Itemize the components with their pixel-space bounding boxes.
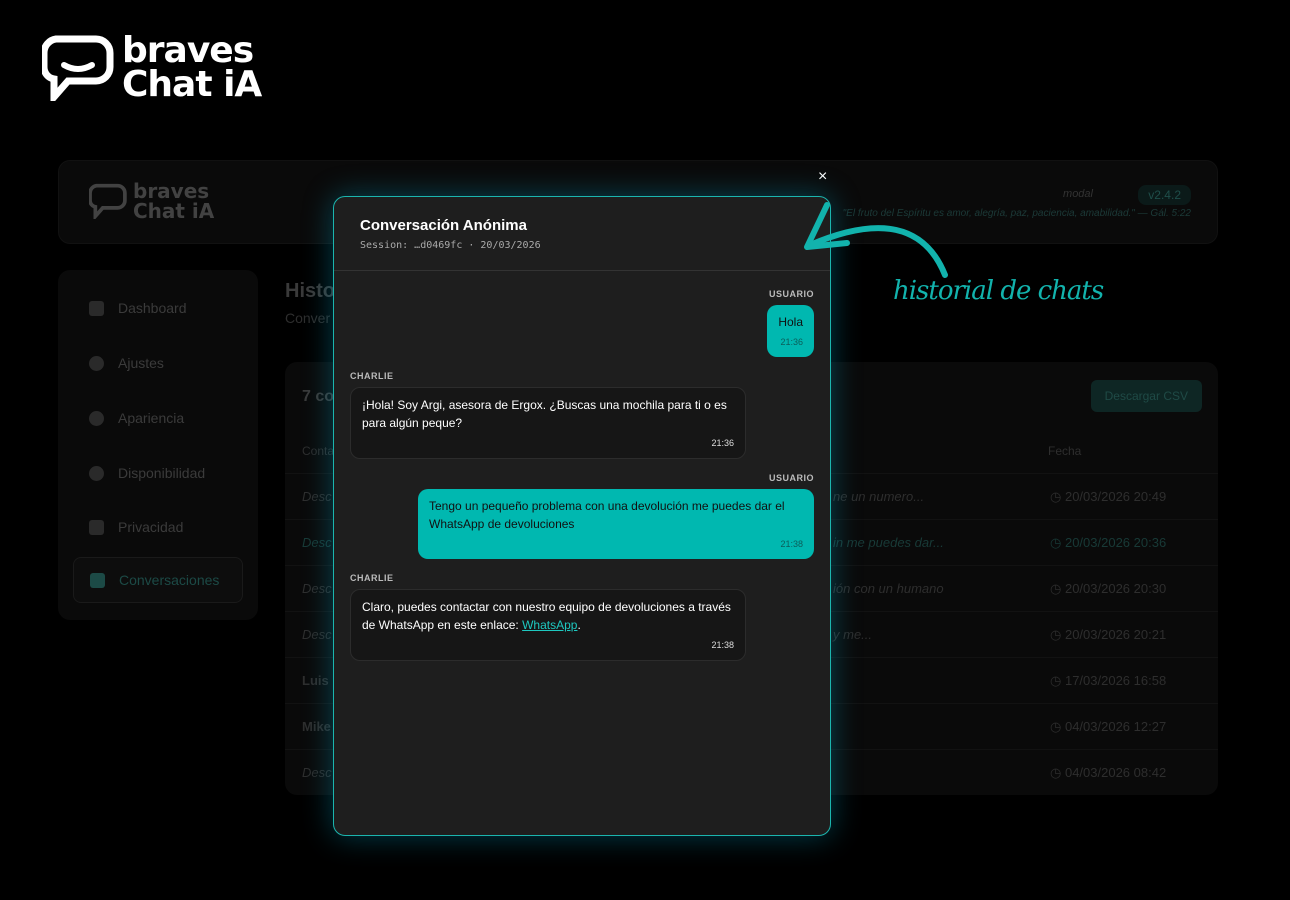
date-text: 20/03/2026 20:49 [1064,489,1167,504]
sidebar-item-label: Conversaciones [119,572,220,588]
date-cell: ◷ 20/03/2026 20:21 [1050,627,1167,642]
date-cell: ◷ 04/03/2026 12:27 [1050,719,1167,734]
preview-cell: in me puedes dar... [833,535,944,550]
user-message: Hola 21:36 [767,305,814,357]
mode-label: modal [1063,188,1093,200]
bot-message: ¡Hola! Soy Argi, asesora de Ergox. ¿Busc… [350,387,746,459]
date-cell: ◷ 20/03/2026 20:36 [1050,535,1167,550]
sidebar: Dashboard Ajustes Apariencia Disponibili… [58,270,258,620]
sidebar-item-label: Ajustes [118,355,164,371]
sidebar-item-label: Privacidad [118,519,184,535]
version-badge: v2.4.2 [1138,185,1191,205]
chat-bubble-logo-icon [89,183,127,219]
header-logo: braves Chat iA [89,181,214,221]
contact-cell: Desc [302,765,332,780]
date-text: 04/03/2026 08:42 [1064,765,1167,780]
close-modal-button[interactable]: × [818,168,827,186]
page-subtitle: Conver [285,310,331,326]
message-text: ¡Hola! Soy Argi, asesora de Ergox. ¿Busc… [362,398,727,430]
session-info: Session: …d0469fc · 20/03/2026 [360,240,541,251]
conversation-modal: Conversación Anónima Session: …d0469fc ·… [333,196,831,836]
date-text: 17/03/2026 16:58 [1064,673,1167,688]
message-text: Hola [778,315,803,329]
download-csv-button[interactable]: Descargar CSV [1090,380,1202,412]
sidebar-item-privacidad[interactable]: Privacidad [73,504,243,550]
sidebar-item-label: Disponibilidad [118,465,206,481]
sidebar-item-disponibilidad[interactable]: Disponibilidad [73,450,243,496]
sidebar-item-dashboard[interactable]: Dashboard [73,285,243,331]
page-title: Histo [285,280,335,302]
lock-icon [89,519,104,535]
sidebar-item-ajustes[interactable]: Ajustes [73,340,243,386]
contact-cell: Desc [302,581,332,596]
palette-icon [89,410,104,426]
sender-label: CHARLIE [350,371,394,381]
date-text: 20/03/2026 20:21 [1064,627,1167,642]
message-time: 21:38 [711,640,734,650]
document-chat-icon [90,572,105,588]
header-brand-line1: braves [133,179,210,203]
contact-cell: Mike [302,719,331,734]
user-message: Tengo un pequeño problema con una devolu… [418,489,814,559]
brand-logo: braves Chat iA [42,30,262,105]
date-cell: ◷ 17/03/2026 16:58 [1050,673,1167,688]
date-text: 20/03/2026 20:36 [1064,535,1167,550]
contact-cell: Desc [302,535,332,550]
column-header-contact: Conta [302,444,335,458]
date-text: 20/03/2026 20:30 [1064,581,1167,596]
sender-label: USUARIO [768,473,814,483]
date-text: 04/03/2026 12:27 [1064,719,1167,734]
preview-cell: ión con un humano [833,581,944,596]
preview-cell: ne un numero... [833,489,925,504]
message-time: 21:36 [780,337,803,347]
contact-cell: Luis [302,673,329,688]
dashboard-icon [89,300,104,316]
message-list: USUARIO Hola 21:36 CHARLIE ¡Hola! Soy Arg… [334,271,830,693]
date-cell: ◷ 20/03/2026 20:30 [1050,581,1167,596]
sidebar-item-apariencia[interactable]: Apariencia [73,395,243,441]
date-cell: ◷ 04/03/2026 08:42 [1050,765,1167,780]
chat-bubble-logo-icon [42,35,114,101]
sidebar-item-conversaciones[interactable]: Conversaciones [73,557,243,603]
contact-cell: Desc [302,489,332,504]
modal-title: Conversación Anónima [360,217,527,234]
conversation-count: 7 co [302,388,335,405]
brand-line2: Chat iA [122,64,262,105]
preview-cell: y me... [833,627,873,642]
column-header-date: Fecha [1048,444,1082,458]
message-text-end: . [577,618,581,632]
sidebar-item-label: Apariencia [118,410,185,426]
message-text: Tengo un pequeño problema con una devolu… [429,499,785,531]
message-time: 21:38 [780,539,803,549]
gear-icon [89,355,104,371]
whatsapp-link[interactable]: WhatsApp [522,618,577,632]
contact-cell: Desc [302,627,332,642]
header-brand-line2: Chat iA [133,199,215,223]
sender-label: CHARLIE [350,573,394,583]
annotation-label: historial de chats [893,276,1104,306]
clock-icon [89,465,104,481]
date-cell: ◷ 20/03/2026 20:49 [1050,489,1167,504]
modal-header: Conversación Anónima Session: …d0469fc ·… [334,197,830,271]
bot-message: Claro, puedes contactar con nuestro equi… [350,589,746,661]
message-time: 21:36 [711,438,734,448]
brand-line1: braves [122,30,254,71]
sidebar-item-label: Dashboard [118,300,187,316]
